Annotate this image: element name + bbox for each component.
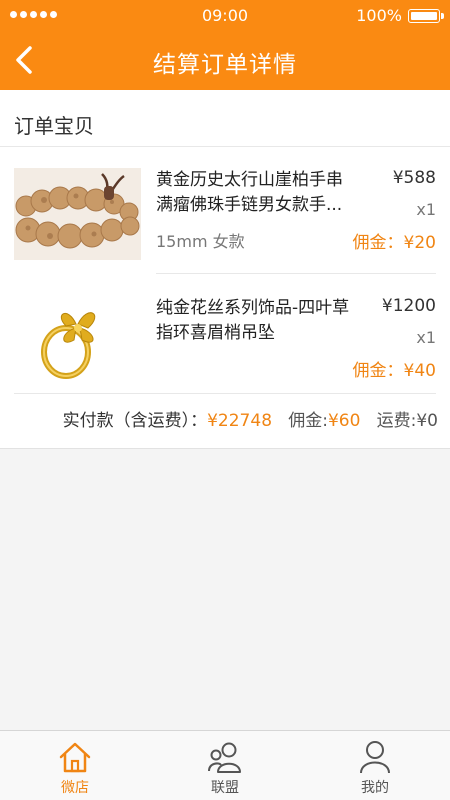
group-icon <box>208 742 241 773</box>
order-item[interactable]: 纯金花丝系列饰品-四叶草指环喜眉梢吊坠 ¥1200 x1 佣金：¥40 <box>0 296 450 416</box>
status-bar: 09:00 100% <box>0 0 450 30</box>
commission-label: 佣金: <box>288 411 328 431</box>
app-screen: 09:00 100% 结算订单详情 订单宝贝 黄金历史太行山崖柏手串满瘤佛珠手链… <box>0 0 450 800</box>
user-icon <box>360 741 390 774</box>
product-spec: 15mm 女款 <box>156 232 245 251</box>
order-item[interactable]: 黄金历史太行山崖柏手串满瘤佛珠手链男女款手... 15mm 女款 ¥588 x1… <box>0 168 450 288</box>
product-name[interactable]: 纯金花丝系列饰品-四叶草指环喜眉梢吊坠 <box>156 296 356 346</box>
product-quantity: x1 <box>416 200 436 219</box>
divider <box>14 393 436 394</box>
product-quantity: x1 <box>416 328 436 347</box>
tab-label: 微店 <box>61 780 89 796</box>
tab-label: 联盟 <box>211 780 239 796</box>
tab-alliance[interactable]: 联盟 <box>150 731 300 800</box>
product-price: ¥588 <box>392 168 436 188</box>
paid-amount: ¥22748 <box>207 411 273 431</box>
tab-label: 我的 <box>361 780 389 796</box>
top-bar: 09:00 100% 结算订单详情 <box>0 0 450 90</box>
product-name[interactable]: 黄金历史太行山崖柏手串满瘤佛珠手链男女款手... <box>156 168 356 218</box>
product-commission: 佣金：¥40 <box>352 361 436 381</box>
section-title: 订单宝贝 <box>14 114 94 138</box>
nav-bar: 结算订单详情 <box>0 30 450 90</box>
product-price: ¥1200 <box>381 296 436 316</box>
tab-mine[interactable]: 我的 <box>300 731 450 800</box>
product-image-ring[interactable] <box>14 296 141 388</box>
product-commission: 佣金：¥20 <box>352 233 436 253</box>
divider <box>156 273 436 274</box>
order-summary: 实付款（含运费）：¥22748 佣金:¥60 运费:¥0 <box>63 406 438 431</box>
page-title: 结算订单详情 <box>153 52 297 78</box>
order-panel: 订单宝贝 黄金历史太行山崖柏手串满瘤佛珠手链男女款手... 15mm 女款 ¥5… <box>0 90 450 449</box>
battery-icon <box>408 9 444 23</box>
commission-amount: ¥60 <box>327 411 361 431</box>
product-image-bracelet[interactable] <box>14 168 141 260</box>
shipping-fee: 运费:¥0 <box>376 411 438 431</box>
home-icon <box>59 742 91 773</box>
paid-label: 实付款（含运费）： <box>62 411 208 431</box>
tab-bar: 微店 联盟 我的 <box>0 730 450 800</box>
divider <box>0 146 450 147</box>
battery-percent: 100% <box>356 6 402 25</box>
tab-shop[interactable]: 微店 <box>0 731 150 800</box>
